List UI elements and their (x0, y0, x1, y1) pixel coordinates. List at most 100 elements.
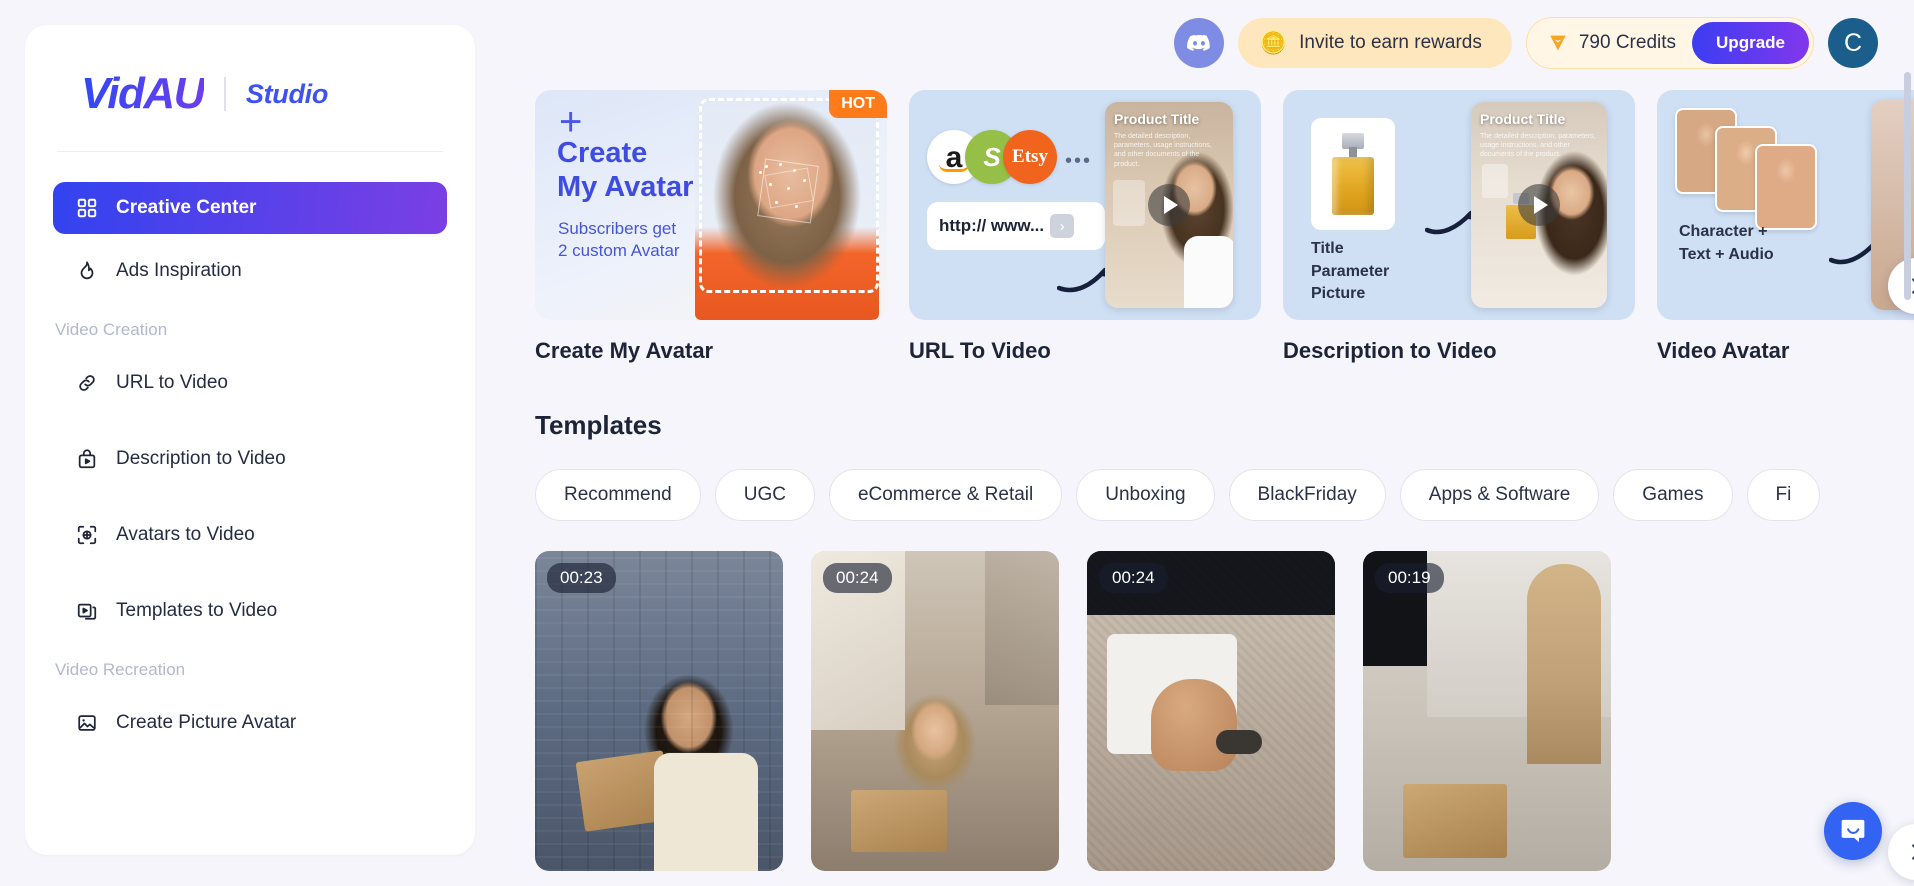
page-title: Templates (535, 410, 662, 440)
sidebar-item-label: Creative Center (116, 197, 257, 218)
product-title: Product Title (1480, 111, 1566, 127)
brand: VidAU Studio (53, 55, 447, 119)
invite-rewards-button[interactable]: 🪙 Invite to earn rewards (1237, 18, 1512, 68)
feature-card-image: Title Parameter Picture Product Title Th… (1283, 90, 1635, 320)
duration-badge: 00:24 (1099, 563, 1168, 593)
target-icon (75, 523, 99, 547)
sidebar-item-label: Avatars to Video (116, 524, 255, 545)
sidebar-item-templates-to-video[interactable]: Templates to Video (53, 584, 447, 638)
template-card[interactable]: 00:24 (811, 551, 1059, 871)
product-description: The detailed description, parameters, us… (1480, 133, 1596, 159)
etsy-logo-icon: Etsy (1003, 130, 1057, 184)
sidebar-item-label: Templates to Video (116, 600, 278, 621)
filter-chip-blackfriday[interactable]: BlackFriday (1228, 469, 1386, 521)
templates-section: Templates Recommend UGC eCommerce & Reta… (513, 410, 1914, 880)
generated-video-preview: Product Title The detailed description, … (1471, 102, 1607, 308)
brand-logo: VidAU (81, 69, 205, 118)
main-content: 🪙 Invite to earn rewards 790 Credits Upg… (500, 0, 1914, 886)
sidebar-divider (57, 151, 443, 152)
feature-carousel: HOT + Create My Avatar Subscribers get 2… (513, 90, 1914, 364)
sidebar-item-label: Create Picture Avatar (116, 712, 297, 733)
feature-card-bullets: Title Parameter Picture (1311, 240, 1390, 303)
brand-divider (223, 77, 226, 111)
url-input-preview[interactable]: http:// www... › (927, 202, 1105, 250)
filter-chip-recommend[interactable]: Recommend (535, 469, 701, 521)
duration-badge: 00:19 (1375, 563, 1444, 593)
sidebar-item-create-picture-avatar[interactable]: Create Picture Avatar (53, 696, 447, 750)
generated-video-preview: Product Title The detailed description, … (1105, 102, 1233, 308)
grid-icon (75, 196, 99, 220)
filter-chip-ecommerce-retail[interactable]: eCommerce & Retail (828, 469, 1063, 521)
duration-badge: 00:24 (823, 563, 892, 593)
filter-chip-unboxing[interactable]: Unboxing (1076, 469, 1215, 521)
chat-bubble-icon (1841, 819, 1865, 843)
coins-icon: 🪙 (1259, 30, 1288, 55)
chat-support-button[interactable] (1824, 802, 1882, 860)
feature-card-video-avatar[interactable]: Character + Text + Audio Video Avatar (1657, 90, 1914, 364)
avatar-thumb (1755, 144, 1817, 230)
credits-pill: 790 Credits Upgrade (1525, 17, 1814, 69)
invite-label: Invite to earn rewards (1299, 32, 1482, 53)
sidebar-item-ads-inspiration[interactable]: Ads Inspiration (53, 244, 447, 298)
feature-card-title: URL To Video (909, 338, 1051, 363)
feature-card-title: Video Avatar (1657, 338, 1790, 363)
topbar: 🪙 Invite to earn rewards 790 Credits Upg… (513, 0, 1914, 86)
template-card[interactable]: 00:23 (535, 551, 783, 871)
link-icon (75, 371, 99, 395)
feature-card-heading: Create My Avatar (557, 137, 694, 204)
brand-product-label: Studio (245, 78, 329, 109)
sidebar-item-description-to-video[interactable]: Description to Video (53, 432, 447, 486)
feature-card-subtext: Subscribers get 2 custom Avatar (558, 219, 680, 261)
feature-card-description-to-video[interactable]: Title Parameter Picture Product Title Th… (1283, 90, 1635, 364)
upgrade-button[interactable]: Upgrade (1692, 22, 1809, 64)
sidebar-item-avatars-to-video[interactable]: Avatars to Video (53, 508, 447, 562)
feature-card-title: Create My Avatar (535, 338, 714, 363)
face-crop-outline (699, 98, 879, 293)
vertical-scrollbar[interactable] (1904, 72, 1911, 300)
template-grid: 00:23 00:24 00:24 00:19 (535, 551, 1914, 871)
sidebar: VidAU Studio Creative Center Ads Inspira… (25, 25, 475, 855)
url-submit-icon: › (1050, 214, 1075, 238)
feature-card-image: Character + Text + Audio (1657, 90, 1914, 320)
sidebar-group-video-creation: Video Creation (55, 320, 168, 339)
credits-label: 790 Credits (1578, 32, 1677, 53)
sidebar-group-video-recreation: Video Recreation (55, 660, 186, 679)
filter-chip-apps-software[interactable]: Apps & Software (1399, 469, 1600, 521)
url-value: http:// www... (939, 216, 1045, 235)
discord-button[interactable] (1173, 18, 1224, 68)
sidebar-item-creative-center[interactable]: Creative Center (53, 182, 447, 234)
play-icon (1518, 184, 1560, 226)
play-icon (1148, 184, 1190, 226)
filter-chip-finance[interactable]: Fi (1746, 469, 1821, 521)
template-card[interactable]: 00:19 (1363, 551, 1611, 871)
feature-card-image: HOT + Create My Avatar Subscribers get 2… (535, 90, 887, 320)
filter-chip-games[interactable]: Games (1613, 469, 1733, 521)
image-icon (75, 711, 99, 735)
sidebar-container: VidAU Studio Creative Center Ads Inspira… (0, 0, 500, 886)
product-description: The detailed description, parameters, us… (1114, 133, 1212, 168)
layers-play-icon (75, 599, 99, 623)
bag-play-icon (75, 447, 99, 471)
diamond-icon (1550, 35, 1566, 51)
feature-card-image: a S Etsy ••• http:// www... › Product Ti… (909, 90, 1261, 320)
sidebar-item-label: Description to Video (116, 448, 286, 469)
feature-card-url-to-video[interactable]: a S Etsy ••• http:// www... › Product Ti… (909, 90, 1261, 364)
sidebar-item-label: Ads Inspiration (116, 260, 242, 281)
feature-card-bullets: Character + Text + Audio (1679, 223, 1774, 264)
product-photo (1311, 118, 1395, 230)
template-card[interactable]: 00:24 (1087, 551, 1335, 871)
template-category-filters: Recommend UGC eCommerce & Retail Unboxin… (535, 469, 1914, 521)
feature-card-title: Description to Video (1283, 338, 1497, 363)
flame-icon (75, 259, 99, 283)
sidebar-item-label: URL to Video (116, 372, 228, 393)
avatar[interactable]: C (1828, 18, 1878, 68)
more-merchants-icon: ••• (1065, 150, 1093, 172)
app-root: VidAU Studio Creative Center Ads Inspira… (0, 0, 1914, 886)
duration-badge: 00:23 (547, 563, 616, 593)
feature-card-create-my-avatar[interactable]: HOT + Create My Avatar Subscribers get 2… (535, 90, 887, 364)
filter-chip-ugc[interactable]: UGC (714, 469, 815, 521)
product-title: Product Title (1114, 111, 1200, 127)
sidebar-item-url-to-video[interactable]: URL to Video (53, 356, 447, 410)
hot-badge: HOT (829, 90, 887, 118)
discord-icon (1186, 34, 1210, 51)
